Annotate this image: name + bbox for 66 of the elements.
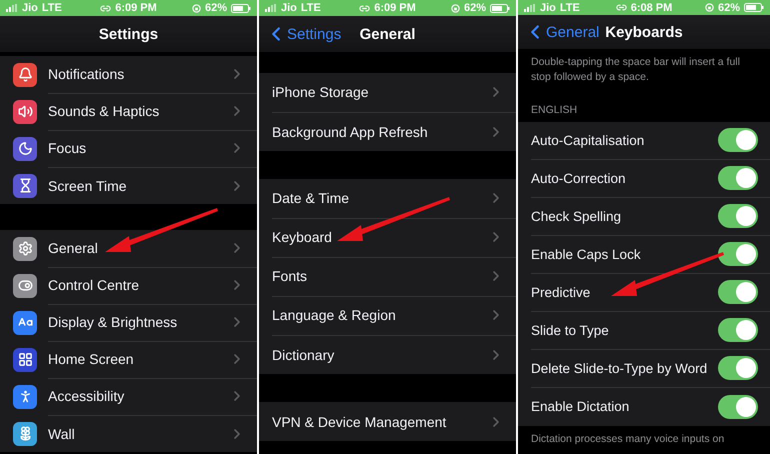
toggle-switch[interactable] <box>718 128 758 152</box>
battery-percent: 62% <box>718 2 740 14</box>
row-label[interactable]: Date & Time <box>272 190 350 206</box>
signal-icon <box>6 4 18 12</box>
toggle-switch[interactable] <box>718 166 758 190</box>
carrier-name: Jio <box>281 2 297 14</box>
carrier-name: Jio <box>540 2 556 14</box>
signal-icon <box>265 4 277 12</box>
row-label[interactable]: iPhone Storage <box>272 84 369 100</box>
section-note: Dictation processes many voice inputs on <box>530 432 726 447</box>
row-label[interactable]: Check Spelling <box>531 208 622 224</box>
row-label[interactable]: Language & Region <box>272 307 396 323</box>
row-label[interactable]: Delete Slide-to-Type by Word <box>531 360 708 376</box>
carrier-name: Jio <box>22 2 38 14</box>
network-type: LTE <box>300 2 321 14</box>
link-icon <box>100 2 112 14</box>
row-label[interactable]: Auto-Capitalisation <box>531 132 644 148</box>
toggle-switch[interactable] <box>718 356 758 380</box>
status-time: 6:09 PM <box>374 2 416 14</box>
rotation-lock-icon <box>450 4 460 12</box>
screen-title: General <box>360 26 416 42</box>
network-type: LTE <box>42 2 62 14</box>
row-label[interactable]: Enable Caps Lock <box>531 246 641 262</box>
battery-icon <box>490 4 510 12</box>
row-label[interactable]: General <box>48 240 98 256</box>
toggle-switch[interactable] <box>718 318 758 342</box>
battery-icon <box>231 4 251 12</box>
row-label[interactable]: Screen Time <box>48 178 127 194</box>
row-label[interactable]: Accessibility <box>48 388 124 404</box>
battery-icon <box>744 3 764 12</box>
toggle-switch[interactable] <box>718 204 758 228</box>
back-link[interactable]: General <box>524 21 606 44</box>
battery-percent: 62% <box>204 2 227 14</box>
status-time: 6:09 PM <box>115 2 157 14</box>
toggle-switch[interactable] <box>718 242 758 266</box>
rotation-lock-icon <box>192 4 201 12</box>
signal-icon <box>524 4 536 12</box>
row-label[interactable]: Notifications <box>48 66 124 82</box>
row-label[interactable]: Keyboard <box>272 229 332 245</box>
row-label[interactable]: Wall <box>48 426 75 442</box>
row-label[interactable]: VPN & Device Management <box>272 414 446 430</box>
toggle-switch[interactable] <box>718 280 758 304</box>
row-label[interactable]: Control Centre <box>48 277 140 293</box>
row-label[interactable]: Dictionary <box>272 346 334 362</box>
row-label[interactable]: Slide to Type <box>531 322 609 338</box>
row-label[interactable]: Background App Refresh <box>272 124 428 140</box>
row-label[interactable]: Display & Brightness <box>48 314 178 330</box>
link-icon <box>616 2 627 14</box>
status-time: 6:08 PM <box>630 2 672 14</box>
back-link[interactable]: Settings <box>265 23 360 45</box>
section-note: Double-tapping the space bar will insert a full stop followed by a space. <box>530 55 741 85</box>
row-label[interactable]: Enable Dictation <box>531 399 630 414</box>
row-label[interactable]: Fonts <box>272 268 308 284</box>
toggle-switch[interactable] <box>718 394 758 419</box>
row-label[interactable]: Sounds & Haptics <box>48 103 160 119</box>
row-label[interactable]: Home Screen <box>48 351 134 367</box>
link-icon <box>359 2 370 14</box>
screen-title: Settings <box>98 26 158 42</box>
row-label[interactable]: Focus <box>48 140 86 156</box>
network-type: LTE <box>560 2 580 14</box>
section-header: ENGLISH <box>530 102 578 118</box>
row-label[interactable]: Auto-Correction <box>531 170 626 186</box>
row-label[interactable]: Predictive <box>531 284 590 300</box>
screen-title: Keyboards <box>605 24 683 41</box>
rotation-lock-icon <box>704 3 714 12</box>
battery-percent: 62% <box>464 2 486 14</box>
